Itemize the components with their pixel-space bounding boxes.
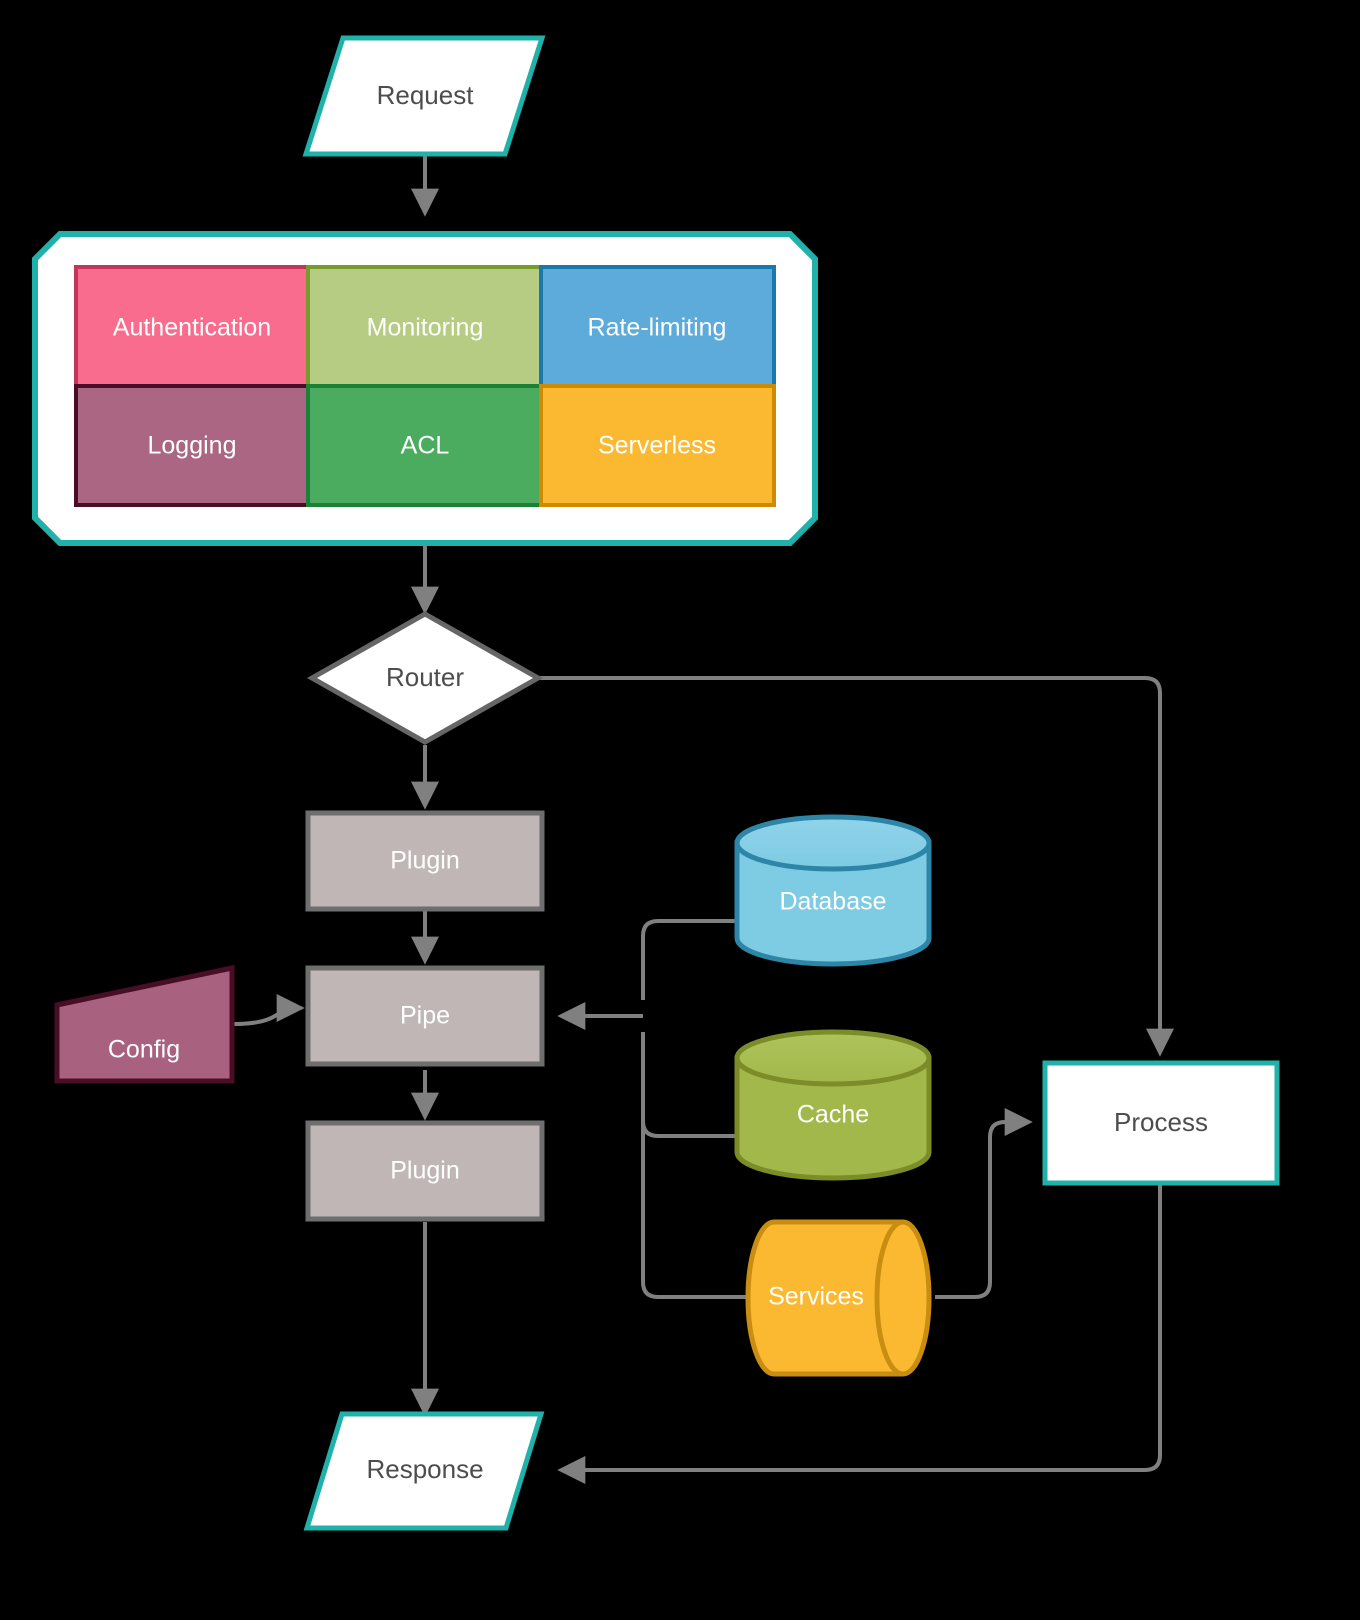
connector-config-to-pipe (233, 994, 305, 1026)
node-pipe[interactable]: Pipe (305, 965, 545, 1067)
node-plugin-bottom[interactable]: Plugin (305, 1120, 545, 1222)
cache-top-ellipse (734, 1029, 932, 1087)
node-cache[interactable]: Cache (734, 1029, 932, 1181)
plugin-cell-rate-limiting-label: Rate-limiting (588, 314, 727, 342)
diagram-canvas: Request Authentication Monitoring Rate-l… (0, 0, 1360, 1620)
flowchart-svg: Request Authentication Monitoring Rate-l… (32, 35, 1280, 1531)
plugin-cell-acl[interactable]: ACL (306, 384, 543, 507)
plugin-cell-acl-label: ACL (401, 432, 450, 460)
plugin-cell-authentication-label: Authentication (113, 314, 271, 342)
request-label: Request (377, 80, 475, 110)
connector-services-to-process (935, 1108, 1033, 1299)
router-label: Router (386, 662, 464, 692)
services-label: Services (768, 1283, 864, 1311)
config-label: Config (108, 1036, 180, 1064)
plugin-cell-monitoring-label: Monitoring (367, 314, 484, 342)
process-label: Process (1114, 1107, 1208, 1137)
connector-cache-to-trunk (641, 1032, 735, 1138)
node-services[interactable]: Services (745, 1219, 932, 1377)
cache-label: Cache (797, 1101, 869, 1129)
database-label: Database (779, 888, 886, 916)
node-plugin-top[interactable]: Plugin (305, 810, 545, 912)
connector-database-to-trunk (641, 919, 735, 1000)
node-process[interactable]: Process (1042, 1060, 1280, 1186)
plugin-cell-logging-label: Logging (148, 432, 237, 460)
node-database[interactable]: Database (734, 814, 932, 967)
plugin-cell-serverless[interactable]: Serverless (539, 384, 776, 507)
plugin-cell-authentication[interactable]: Authentication (74, 265, 310, 388)
plugin-cell-monitoring[interactable]: Monitoring (306, 265, 543, 388)
node-request[interactable]: Request (302, 35, 546, 157)
database-top-ellipse (734, 814, 932, 872)
plugin-cell-serverless-label: Serverless (598, 432, 716, 460)
plugin-top-label: Plugin (390, 847, 460, 875)
plugin-container: Authentication Monitoring Rate-limiting … (32, 231, 818, 546)
plugin-cell-logging[interactable]: Logging (74, 384, 310, 507)
node-response[interactable]: Response (303, 1411, 545, 1531)
response-label: Response (366, 1454, 483, 1484)
node-config[interactable]: Config (54, 964, 235, 1084)
plugin-bottom-label: Plugin (390, 1157, 460, 1185)
node-router[interactable]: Router (306, 611, 544, 745)
config-shape (54, 964, 235, 1084)
pipe-label: Pipe (400, 1002, 450, 1030)
plugin-cell-rate-limiting[interactable]: Rate-limiting (539, 265, 776, 388)
